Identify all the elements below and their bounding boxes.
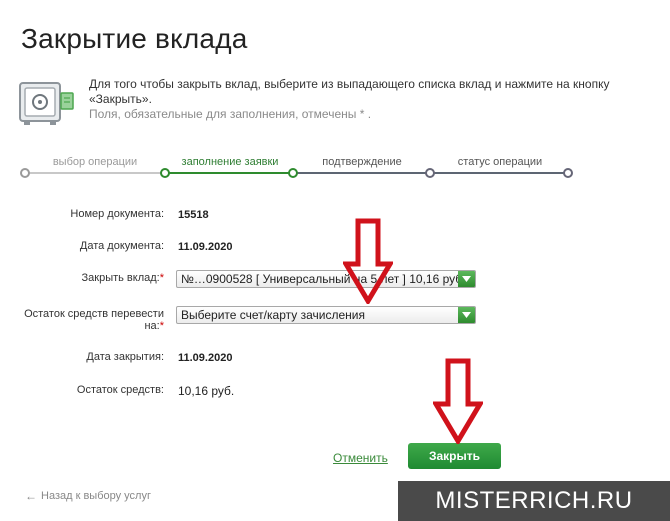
- watermark: MISTERRICH.RU: [398, 481, 670, 521]
- step-dot: [288, 168, 298, 178]
- close-deposit-label-text: Закрыть вклад:: [81, 272, 160, 284]
- step-operation-status: статус операции: [457, 156, 543, 168]
- red-arrow-annotation-icon: [433, 358, 483, 444]
- step-confirmation: подтверждение: [322, 156, 402, 168]
- step-select-operation: выбор операции: [52, 156, 138, 168]
- chevron-down-icon[interactable]: [458, 307, 475, 323]
- red-arrow-annotation-icon: [343, 218, 393, 304]
- chevron-down-icon[interactable]: [458, 271, 475, 287]
- transfer-label: Остаток средств перевести на:*: [4, 308, 164, 332]
- doc-date-value: 11.09.2020: [178, 241, 233, 253]
- back-link[interactable]: ← Назад к выбору услуг: [25, 489, 151, 503]
- step-line-3: [294, 172, 431, 174]
- instruction-text: Для того чтобы закрыть вклад, выберите и…: [89, 77, 610, 106]
- arrow-left-icon: ←: [25, 489, 37, 503]
- transfer-account-placeholder: Выберите счет/карту зачисления: [181, 308, 365, 322]
- transfer-label-line1: Остаток средств перевести: [24, 308, 164, 320]
- balance-value: 10,16 руб.: [178, 384, 235, 398]
- required-note: Поля, обязательные для заполнения, отмеч…: [89, 107, 372, 121]
- step-fill-application: заполнение заявки: [181, 156, 279, 168]
- page-title: Закрытие вклада: [21, 23, 248, 54]
- deposit-select-value: №…0900528 [ Универсальный на 5 лет ] 10,…: [181, 272, 466, 286]
- deposit-select[interactable]: №…0900528 [ Универсальный на 5 лет ] 10,…: [176, 270, 476, 288]
- transfer-account-select[interactable]: Выберите счет/карту зачисления: [176, 306, 476, 324]
- safe-icon: [19, 82, 74, 125]
- close-date-label: Дата закрытия:: [86, 351, 164, 363]
- step-dot: [563, 168, 573, 178]
- doc-date-label: Дата документа:: [79, 240, 164, 252]
- step-line-4: [431, 172, 569, 174]
- progress-steps: выбор операции заполнение заявки подтвер…: [20, 152, 575, 184]
- close-date-value: 11.09.2020: [178, 352, 233, 364]
- required-mark: *: [159, 320, 164, 332]
- back-link-label: Назад к выбору услуг: [41, 490, 151, 502]
- close-button[interactable]: Закрыть: [408, 443, 501, 469]
- required-mark: *: [159, 272, 164, 284]
- step-dot: [425, 168, 435, 178]
- doc-number-label: Номер документа:: [70, 208, 164, 220]
- transfer-label-line2: на:: [144, 320, 160, 332]
- cancel-link[interactable]: Отменить: [333, 451, 388, 465]
- close-deposit-label: Закрыть вклад:*: [4, 272, 165, 284]
- step-line-2: [166, 172, 294, 174]
- step-dot: [160, 168, 170, 178]
- step-dot: [20, 168, 30, 178]
- balance-label: Остаток средств:: [76, 384, 164, 396]
- step-line-1: [24, 172, 166, 174]
- doc-number-value: 15518: [178, 209, 209, 221]
- info-text: Для того чтобы закрыть вклад, выберите и…: [89, 77, 664, 122]
